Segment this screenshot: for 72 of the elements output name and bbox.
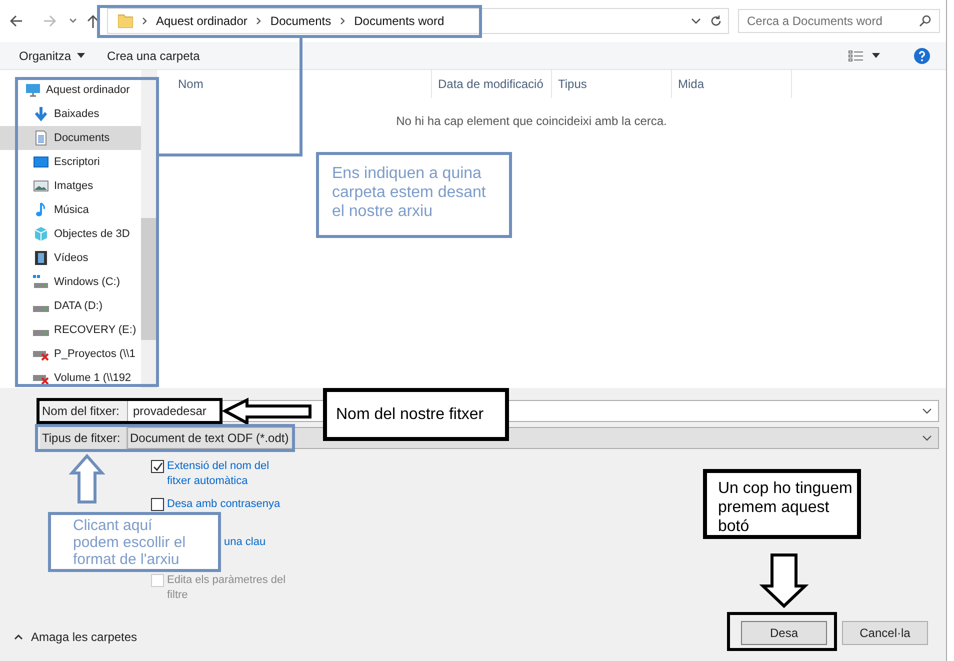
chevron-icon[interactable] (256, 17, 262, 25)
empty-message: No hi ha cap element que coincideixi amb la cerca. (395, 113, 668, 130)
column-header[interactable]: Nom (157, 70, 432, 98)
callout-note: Ens indiquen a quina carpeta estem desant el nostre arxiu (316, 152, 512, 238)
folder-icon (118, 14, 133, 28)
cancel-button[interactable]: Cancel·la (842, 621, 928, 645)
sidebar-item[interactable]: Aquest ordinador (0, 78, 141, 102)
breadcrumb[interactable]: Documents (270, 12, 332, 30)
checkbox[interactable] (151, 460, 164, 473)
save-button[interactable]: Desa (741, 621, 827, 645)
caret-icon (77, 53, 86, 58)
refresh-icon[interactable] (710, 15, 722, 27)
search-box[interactable]: Cerca a Documents word (738, 9, 940, 33)
chevron-icon[interactable] (340, 17, 346, 25)
dropdown-icon[interactable] (922, 435, 932, 441)
column-header[interactable]: Data de modificació (432, 70, 552, 98)
monitor-icon (33, 154, 49, 170)
dropdown-icon[interactable] (691, 18, 701, 24)
scrollbar[interactable] (141, 70, 156, 388)
search-icon[interactable] (919, 15, 931, 27)
network-drive-icon (33, 351, 49, 361)
callout-note: Un cop ho tinguem premem aquest botó (703, 469, 861, 539)
option-label[interactable]: una clau (224, 535, 266, 550)
column-header[interactable]: Tipus (552, 70, 672, 98)
document-icon (33, 130, 49, 146)
sidebar-item[interactable]: Música (0, 198, 141, 222)
sidebar-item[interactable]: Volume 1 (\\192 (0, 366, 141, 390)
address-bar[interactable]: Aquest ordinador Documents Documents word (107, 8, 729, 34)
up-icon[interactable] (87, 14, 99, 28)
search-field[interactable]: Cerca a Documents word (747, 12, 919, 30)
arrow-shape (759, 554, 809, 608)
view-icon[interactable] (848, 50, 864, 62)
cube-icon (33, 226, 49, 242)
sidebar-item[interactable]: Baixades (0, 102, 141, 126)
option-label: Edita els paràmetres del filtre (167, 573, 287, 603)
sidebar-item[interactable]: Vídeos (0, 246, 141, 270)
breadcrumb[interactable]: Documents word (354, 12, 444, 30)
organize-menu[interactable]: Organitza (19, 46, 86, 64)
sidebar-item[interactable]: Windows (C:) (0, 270, 141, 294)
sidebar-item[interactable]: RECOVERY (E:) (0, 318, 141, 342)
field-label: Nom del fitxer: (41, 403, 120, 420)
caret-icon[interactable] (872, 53, 880, 58)
sidebar-item[interactable]: Imatges (0, 174, 141, 198)
chevron-up-icon (14, 634, 23, 640)
callout-note: Clicant aquí podem escollir el format de l'arxiu (48, 512, 221, 572)
sidebar-item[interactable]: P_Proyectos (\\1 (0, 342, 141, 366)
drive-icon (33, 306, 49, 312)
computer-icon (25, 82, 41, 98)
help-icon[interactable] (914, 48, 930, 64)
sidebar-item[interactable]: Escriptori (0, 150, 141, 174)
new-folder-button[interactable]: Crea una carpeta (107, 46, 200, 64)
field-label: Tipus de fitxer: (40, 427, 127, 449)
dropdown-icon[interactable] (922, 408, 932, 414)
drive-icon (33, 274, 49, 290)
sidebar-item[interactable]: Documents (0, 126, 141, 150)
film-icon (33, 250, 49, 266)
option-label[interactable]: Desa amb contrasenya (167, 497, 292, 512)
checkbox[interactable] (151, 498, 164, 511)
breadcrumb[interactable]: Aquest ordinador (156, 12, 248, 30)
column-header[interactable]: Mida (672, 70, 792, 98)
network-drive-icon (33, 375, 49, 385)
option-label[interactable]: Extensió del nom del fitxer automàtica (167, 459, 292, 489)
image-icon (33, 178, 49, 194)
back-icon[interactable] (9, 14, 23, 28)
callout-note: Nom del nostre fitxer (323, 388, 509, 441)
hide-folders-toggle[interactable]: Amaga les carpetes (14, 628, 138, 646)
down-arrow-icon (33, 106, 49, 122)
sidebar-item[interactable]: DATA (D:) (0, 294, 141, 318)
arrow-shape (68, 454, 106, 504)
drive-icon (33, 330, 49, 336)
chevron-icon[interactable] (142, 17, 147, 25)
sidebar-item[interactable]: Objectes de 3D (0, 222, 141, 246)
